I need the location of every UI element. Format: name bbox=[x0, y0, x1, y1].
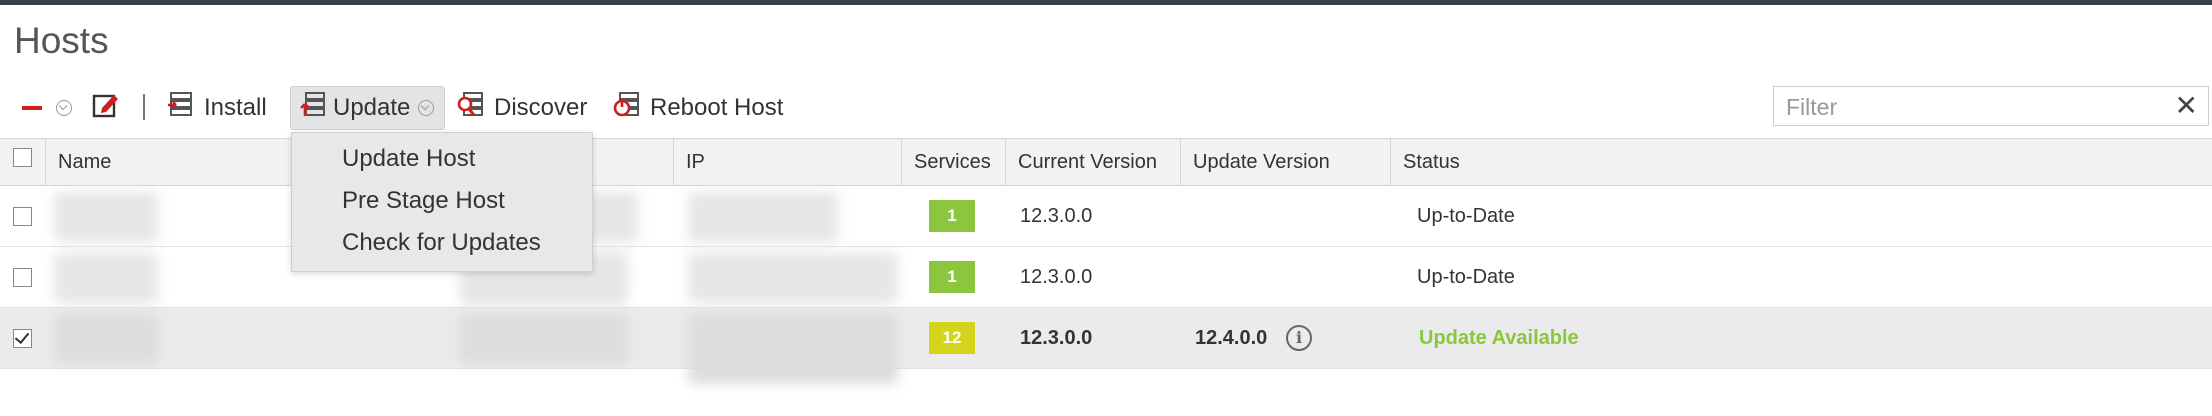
discover-button[interactable]: Discover bbox=[456, 86, 587, 130]
status-text: Up-to-Date bbox=[1417, 266, 1515, 288]
page-title: Hosts bbox=[14, 20, 109, 61]
status-text: Up-to-Date bbox=[1417, 205, 1515, 227]
current-version: 12.3.0.0 bbox=[1020, 266, 1093, 288]
column-ip[interactable]: IP bbox=[674, 139, 902, 185]
edit-icon bbox=[92, 91, 120, 126]
remove-button[interactable] bbox=[22, 86, 42, 130]
redacted-ip bbox=[688, 192, 838, 242]
column-current-version[interactable]: Current Version bbox=[1006, 139, 1181, 185]
install-icon bbox=[166, 90, 194, 127]
toolbar-divider bbox=[143, 94, 145, 120]
redacted-name bbox=[54, 314, 158, 364]
reboot-host-button[interactable]: Reboot Host bbox=[612, 86, 783, 130]
services-badge[interactable]: 12 bbox=[929, 322, 975, 354]
chevron-down-icon bbox=[56, 100, 72, 116]
services-badge[interactable]: 1 bbox=[929, 261, 975, 293]
redacted-name bbox=[54, 192, 158, 242]
discover-label: Discover bbox=[494, 94, 588, 121]
update-icon bbox=[299, 90, 327, 127]
info-icon[interactable]: i bbox=[1286, 325, 1312, 351]
update-dropdown-menu: Update Host Pre Stage Host Check for Upd… bbox=[291, 132, 593, 272]
row-checkbox[interactable] bbox=[13, 207, 32, 226]
select-all-cell bbox=[0, 139, 46, 185]
update-button[interactable]: Update bbox=[290, 86, 445, 130]
reboot-icon bbox=[612, 90, 642, 127]
filter-input[interactable] bbox=[1784, 91, 2168, 123]
row-checkbox[interactable] bbox=[13, 268, 32, 287]
column-services[interactable]: Services bbox=[902, 139, 1006, 185]
update-version: 12.4.0.0 bbox=[1195, 327, 1268, 349]
current-version: 12.3.0.0 bbox=[1020, 327, 1093, 349]
current-version: 12.3.0.0 bbox=[1020, 205, 1093, 227]
chevron-down-icon bbox=[418, 100, 435, 116]
redacted-name bbox=[54, 253, 158, 303]
row-checkbox[interactable] bbox=[13, 329, 32, 348]
select-all-checkbox[interactable] bbox=[13, 148, 32, 167]
menu-item-check-for-updates[interactable]: Check for Updates bbox=[342, 229, 541, 257]
redacted-ip bbox=[688, 253, 898, 303]
install-button[interactable]: Install bbox=[166, 86, 267, 130]
redacted-ip bbox=[688, 314, 898, 384]
column-status[interactable]: Status bbox=[1391, 139, 2212, 185]
discover-icon bbox=[456, 90, 486, 127]
install-label: Install bbox=[204, 94, 267, 121]
status-text: Update Available bbox=[1419, 327, 1579, 349]
services-badge[interactable]: 1 bbox=[929, 200, 975, 232]
table-row[interactable]: 12 12.3.0.0 12.4.0.0 i Update Available bbox=[0, 308, 2212, 384]
reboot-host-label: Reboot Host bbox=[650, 94, 784, 121]
clear-filter-icon[interactable]: ✕ bbox=[2175, 91, 2198, 121]
toolbar: Install Update Discover Reboot Host bbox=[0, 86, 1800, 130]
edit-button[interactable] bbox=[92, 86, 120, 130]
minus-icon bbox=[22, 106, 42, 110]
menu-item-pre-stage-host[interactable]: Pre Stage Host bbox=[342, 187, 505, 215]
column-update-version[interactable]: Update Version bbox=[1181, 139, 1391, 185]
filter-box: ✕ bbox=[1773, 86, 2209, 126]
top-bar bbox=[0, 0, 2212, 5]
menu-item-update-host[interactable]: Update Host bbox=[342, 145, 475, 173]
redacted-field bbox=[460, 314, 628, 364]
remove-dropdown-button[interactable] bbox=[56, 86, 72, 130]
update-label: Update bbox=[333, 94, 411, 121]
